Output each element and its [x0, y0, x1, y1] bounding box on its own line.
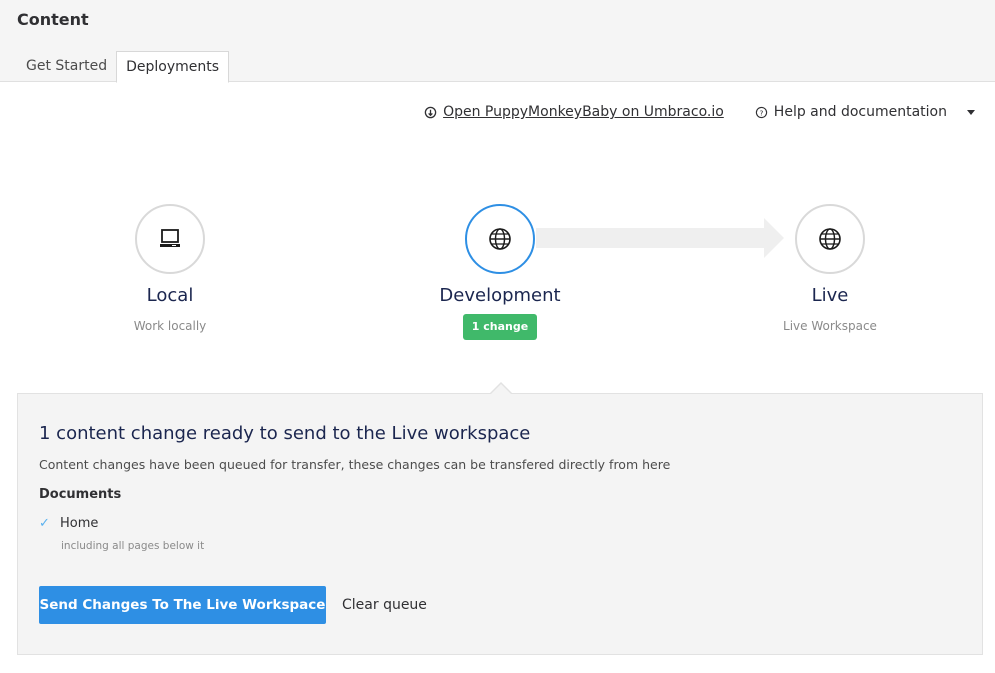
- panel-pointer-fill: [491, 384, 511, 394]
- send-changes-button[interactable]: Send Changes To The Live Workspace: [39, 586, 326, 624]
- globe-icon: [489, 228, 511, 250]
- environment-live-circle: [795, 204, 865, 274]
- environment-live-subtitle: Live Workspace: [783, 319, 877, 333]
- open-project-label: Open PuppyMonkeyBaby on Umbraco.io: [443, 104, 724, 120]
- documents-heading: Documents: [39, 487, 122, 502]
- page-title: Content: [17, 10, 89, 29]
- checkmark-icon: ✓: [39, 516, 50, 531]
- environment-local-circle: [135, 204, 205, 274]
- environment-development-circle: [465, 204, 535, 274]
- changes-badge: 1 change: [462, 314, 538, 340]
- environment-local-subtitle: Work locally: [133, 319, 207, 333]
- document-item: ✓ Home: [39, 516, 98, 531]
- globe-icon: [819, 228, 841, 250]
- panel-description: Content changes have been queued for tra…: [39, 457, 671, 472]
- content-header: Content Get Started Deployments: [0, 0, 995, 83]
- laptop-icon: [160, 229, 180, 247]
- help-link[interactable]: ? Help and documentation: [755, 104, 947, 120]
- environment-local-name: Local: [146, 285, 194, 306]
- document-name: Home: [60, 516, 99, 531]
- clear-queue-button[interactable]: Clear queue: [342, 586, 427, 624]
- question-circle-icon: ?: [755, 106, 767, 118]
- help-label: Help and documentation: [773, 104, 947, 120]
- environment-live-name: Live: [811, 285, 849, 306]
- top-links: Open PuppyMonkeyBaby on Umbraco.io ? Hel…: [424, 100, 975, 124]
- panel-title: 1 content change ready to send to the Li…: [39, 423, 531, 444]
- document-note: including all pages below it: [61, 540, 205, 552]
- caret-down-icon[interactable]: [967, 109, 975, 115]
- svg-text:?: ?: [759, 108, 763, 117]
- deployment-panel: 1 content change ready to send to the Li…: [17, 393, 983, 655]
- tab-deployments[interactable]: Deployments: [116, 51, 230, 83]
- environment-local: Local Work locally: [70, 204, 270, 333]
- environment-development: Development 1 change: [400, 204, 600, 340]
- environment-live: Live Live Workspace: [730, 204, 930, 333]
- environment-development-name: Development: [439, 285, 561, 306]
- tab-bar: Get Started Deployments: [17, 51, 230, 83]
- umbraco-cloud-icon: [424, 106, 437, 118]
- open-project-link[interactable]: Open PuppyMonkeyBaby on Umbraco.io: [424, 104, 724, 120]
- tab-get-started[interactable]: Get Started: [17, 51, 116, 82]
